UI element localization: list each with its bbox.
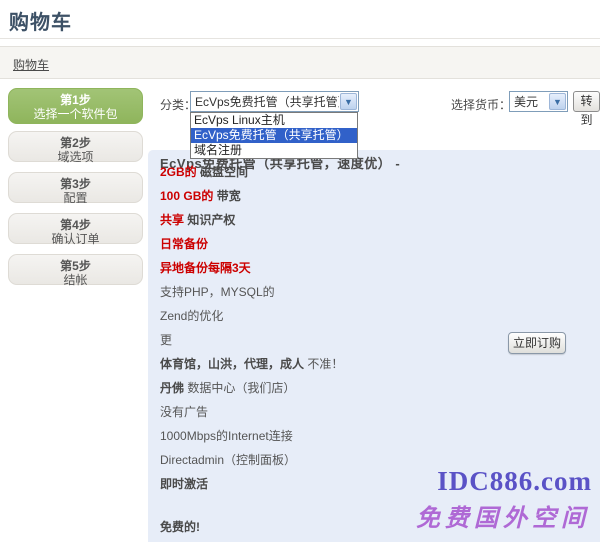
currency-go-button[interactable]: 转到 xyxy=(573,91,600,112)
step-label: 配置 xyxy=(9,191,142,205)
feature-line: 日常备份 xyxy=(160,232,580,256)
step-item-4[interactable]: 第4步确认订单 xyxy=(8,213,143,244)
feature-line: Zend的优化 xyxy=(160,304,580,328)
dropdown-option-3[interactable]: 域名注册 xyxy=(191,143,357,158)
feature-line: 异地备份每隔3天 xyxy=(160,256,580,280)
step-label: 域选项 xyxy=(9,150,142,164)
feature-line: 共享 知识产权 xyxy=(160,208,580,232)
step-label: 确认订单 xyxy=(9,232,142,246)
feature-line: 100 GB的 带宽 xyxy=(160,184,580,208)
product-feature-list: 2GB的 磁盘空间100 GB的 带宽共享 知识产权日常备份异地备份每隔3天支持… xyxy=(160,160,580,496)
feature-line: 没有广告 xyxy=(160,400,580,424)
feature-text: 支持PHP，MYSQL的 xyxy=(160,285,275,299)
feature-line: 支持PHP，MYSQL的 xyxy=(160,280,580,304)
feature-text: 更 xyxy=(160,333,172,347)
feature-text: 知识产权 xyxy=(184,213,235,227)
feature-text: Directadmin（控制面板） xyxy=(160,453,296,467)
step-number: 第5步 xyxy=(9,259,142,273)
step-label: 结帐 xyxy=(9,273,142,287)
step-number: 第3步 xyxy=(9,177,142,191)
step-item-5[interactable]: 第5步结帐 xyxy=(8,254,143,285)
feature-text: 即时激活 xyxy=(160,477,208,491)
breadcrumb: 购物车 xyxy=(0,46,600,79)
watermark-site-text: IDC886.com xyxy=(437,466,592,497)
feature-text: 共享 xyxy=(160,213,184,227)
feature-text: Zend的优化 xyxy=(160,309,223,323)
feature-text: 异地备份每隔3天 xyxy=(160,261,251,275)
feature-text: 2GB的 xyxy=(160,165,197,179)
feature-text: 数据中心（我们店） xyxy=(184,381,295,395)
dropdown-option-2[interactable]: EcVps免费托管（共享托管） xyxy=(191,128,357,143)
feature-text: 100 GB的 xyxy=(160,189,213,203)
feature-text: 磁盘空间 xyxy=(197,165,248,179)
order-now-button[interactable]: 立即订购 xyxy=(508,332,566,354)
product-panel: EcVps免费托管（共享托管，速度优） - 2GB的 磁盘空间100 GB的 带… xyxy=(148,150,600,542)
feature-line: 丹佛 数据中心（我们店） xyxy=(160,376,580,400)
feature-text: 不准！ xyxy=(304,357,343,371)
feature-text: 日常备份 xyxy=(160,237,208,251)
category-select-value: EcVps免费托管（共享托管） xyxy=(191,93,339,110)
step-number: 第1步 xyxy=(9,93,142,107)
feature-text: 丹佛 xyxy=(160,381,184,395)
step-item-3[interactable]: 第3步配置 xyxy=(8,172,143,203)
shopping-cart-page: 购物车 购物车 第1步选择一个软件包第2步域选项第3步配置第4步确认订单第5步结… xyxy=(0,0,600,542)
page-title: 购物车 xyxy=(9,6,72,35)
step-item-1[interactable]: 第1步选择一个软件包 xyxy=(8,88,143,124)
currency-label: 选择货币： xyxy=(451,96,511,113)
step-number: 第4步 xyxy=(9,218,142,232)
step-item-2[interactable]: 第2步域选项 xyxy=(8,131,143,162)
watermark-slogan-text: 免费国外空间 xyxy=(416,498,590,533)
title-divider xyxy=(0,38,600,39)
dropdown-option-1[interactable]: EcVps Linux主机 xyxy=(191,113,357,128)
currency-select-value: 美元 xyxy=(510,93,548,110)
feature-text: 1000Mbps的Internet连接 xyxy=(160,429,293,443)
feature-line: 体育馆，山洪，代理，成人 不准！ xyxy=(160,352,580,376)
category-dropdown-list: EcVps Linux主机EcVps免费托管（共享托管）域名注册 xyxy=(190,112,358,159)
feature-line: 2GB的 磁盘空间 xyxy=(160,160,580,184)
feature-line: 1000Mbps的Internet连接 xyxy=(160,424,580,448)
free-price-note: 免费的! xyxy=(160,518,200,535)
step-label: 选择一个软件包 xyxy=(9,107,142,121)
chevron-down-icon[interactable]: ▼ xyxy=(340,93,357,110)
breadcrumb-link-cart[interactable]: 购物车 xyxy=(13,56,49,73)
category-select[interactable]: EcVps免费托管（共享托管） ▼ xyxy=(190,91,359,112)
feature-text: 带宽 xyxy=(213,189,240,203)
currency-select[interactable]: 美元 ▼ xyxy=(509,91,568,112)
feature-text: 体育馆，山洪，代理，成人 xyxy=(160,357,304,371)
step-number: 第2步 xyxy=(9,136,142,150)
feature-text: 没有广告 xyxy=(160,405,208,419)
chevron-down-icon[interactable]: ▼ xyxy=(549,93,566,110)
